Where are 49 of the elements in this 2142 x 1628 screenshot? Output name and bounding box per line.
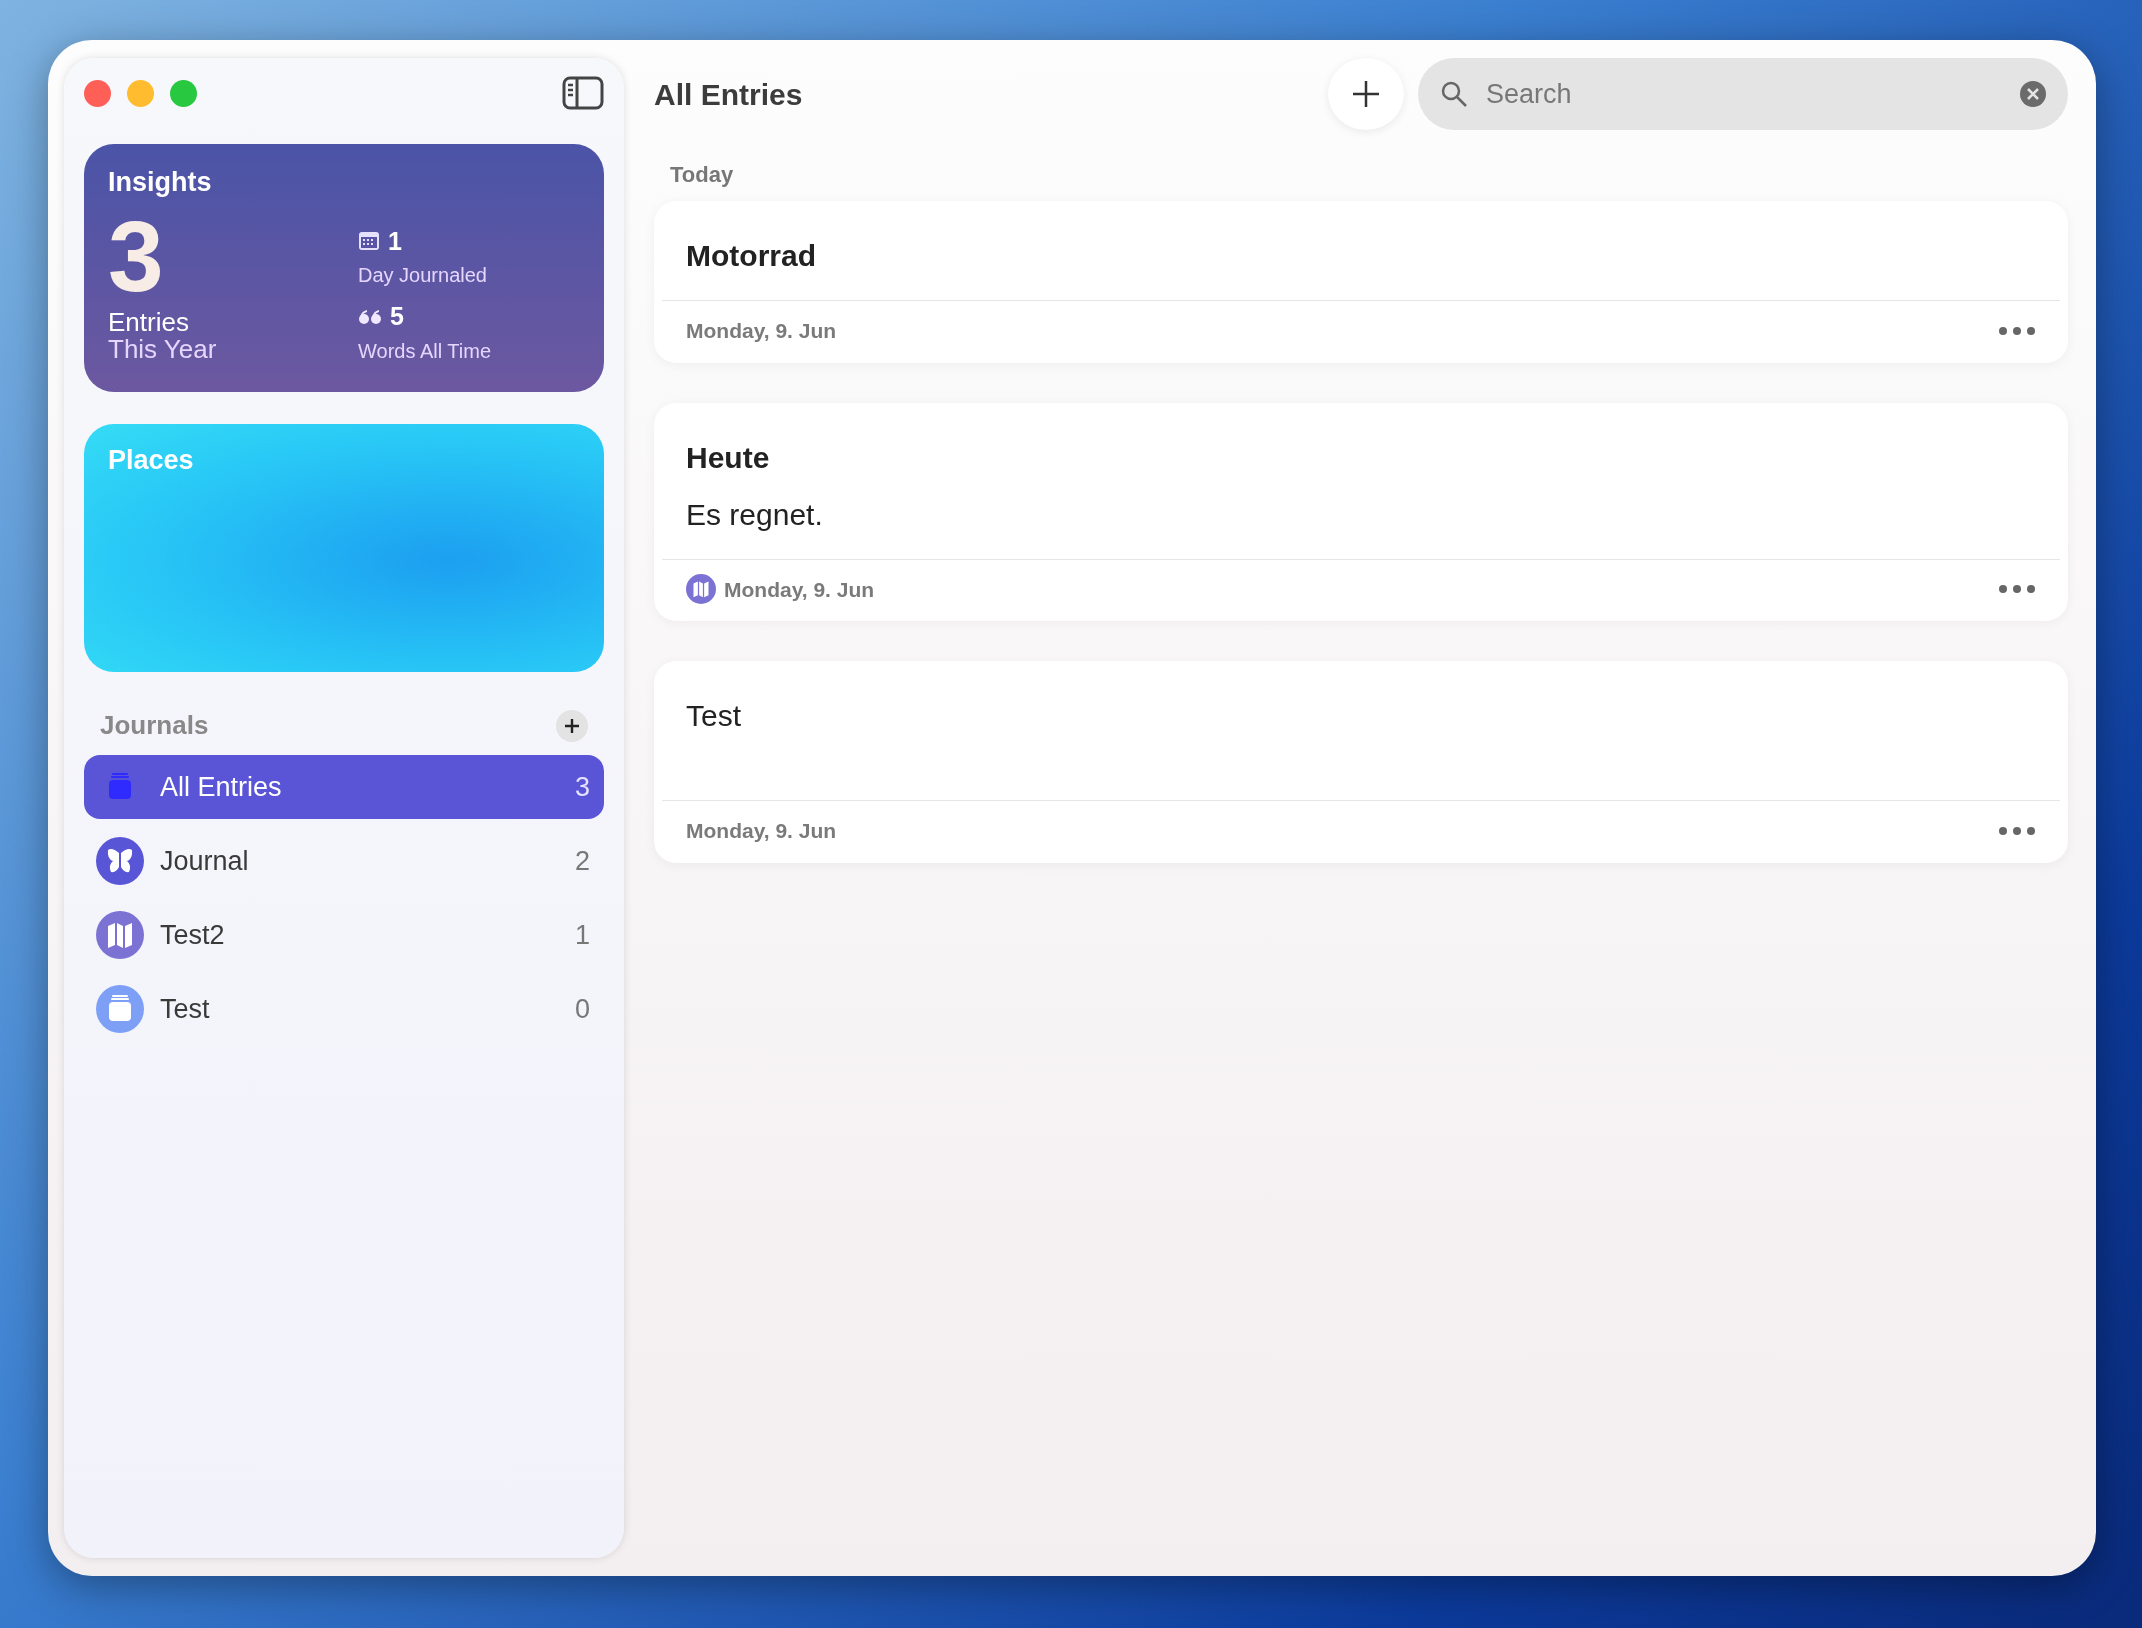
stat-value: 1 xyxy=(388,225,402,257)
more-icon[interactable] xyxy=(1998,584,2036,595)
entry-date: Monday, 9. Jun xyxy=(686,318,838,344)
entry-card[interactable]: Test Monday, 9. Jun xyxy=(654,661,2068,863)
search-field[interactable]: Search xyxy=(1418,58,2068,130)
entries-label: Entries xyxy=(108,308,190,336)
journal-item[interactable]: Test 0 xyxy=(84,977,604,1041)
entry-date: Monday, 9. Jun xyxy=(724,576,876,603)
add-journal-button[interactable] xyxy=(556,709,588,742)
entry-count: 3 xyxy=(574,770,590,804)
search-input[interactable]: Search xyxy=(1484,72,2004,116)
journal-name: Test xyxy=(160,992,211,1026)
entry-text: Es regnet. xyxy=(686,496,824,533)
search-icon xyxy=(1440,80,1468,108)
clear-icon[interactable] xyxy=(2020,81,2046,107)
more-icon[interactable] xyxy=(1998,825,2036,836)
section-header: Journals xyxy=(100,709,209,742)
section-header: Today xyxy=(670,161,735,189)
entries-count: 3 xyxy=(108,210,165,301)
journal-name: All Entries xyxy=(160,770,283,804)
entry-card[interactable]: Motorrad Monday, 9. Jun xyxy=(654,201,2068,363)
quote-icon xyxy=(358,308,382,325)
entry-count: 2 xyxy=(574,844,590,878)
close-button[interactable] xyxy=(84,79,111,107)
entry-card[interactable]: Heute Es regnet. Monday, 9. Jun xyxy=(654,402,2068,621)
entry-title: Motorrad xyxy=(686,238,817,274)
journal-item[interactable]: All Entries 3 xyxy=(84,755,604,819)
card-title: Insights xyxy=(108,166,213,199)
entries-sublabel: This Year xyxy=(108,335,218,364)
journal-item[interactable]: Test2 1 xyxy=(84,903,604,967)
insights-card[interactable]: Insights 3 Entries This Year 1 Day Journaled 5 Words All Time xyxy=(84,144,604,392)
sidebar-toggle-icon[interactable] xyxy=(562,76,604,110)
stat-label: Day Journaled xyxy=(358,263,488,288)
journal-name: Test2 xyxy=(160,918,226,952)
entry-title: Heute xyxy=(686,439,771,476)
calendar-icon xyxy=(358,231,380,252)
stat-value: 5 xyxy=(390,301,404,332)
plus-icon xyxy=(563,716,581,735)
stat-label: Words All Time xyxy=(358,338,491,364)
entry-count: 0 xyxy=(574,992,590,1026)
more-icon[interactable] xyxy=(1998,325,2036,336)
journal-name: Journal xyxy=(160,844,250,878)
entry-date: Monday, 9. Jun xyxy=(686,818,838,844)
entry-title: Test xyxy=(686,698,743,734)
page-title: All Entries xyxy=(654,76,804,113)
entry-count: 1 xyxy=(574,918,590,952)
card-title: Places xyxy=(108,444,195,477)
journal-item[interactable]: Journal 2 xyxy=(84,829,604,893)
plus-icon xyxy=(1351,79,1381,109)
